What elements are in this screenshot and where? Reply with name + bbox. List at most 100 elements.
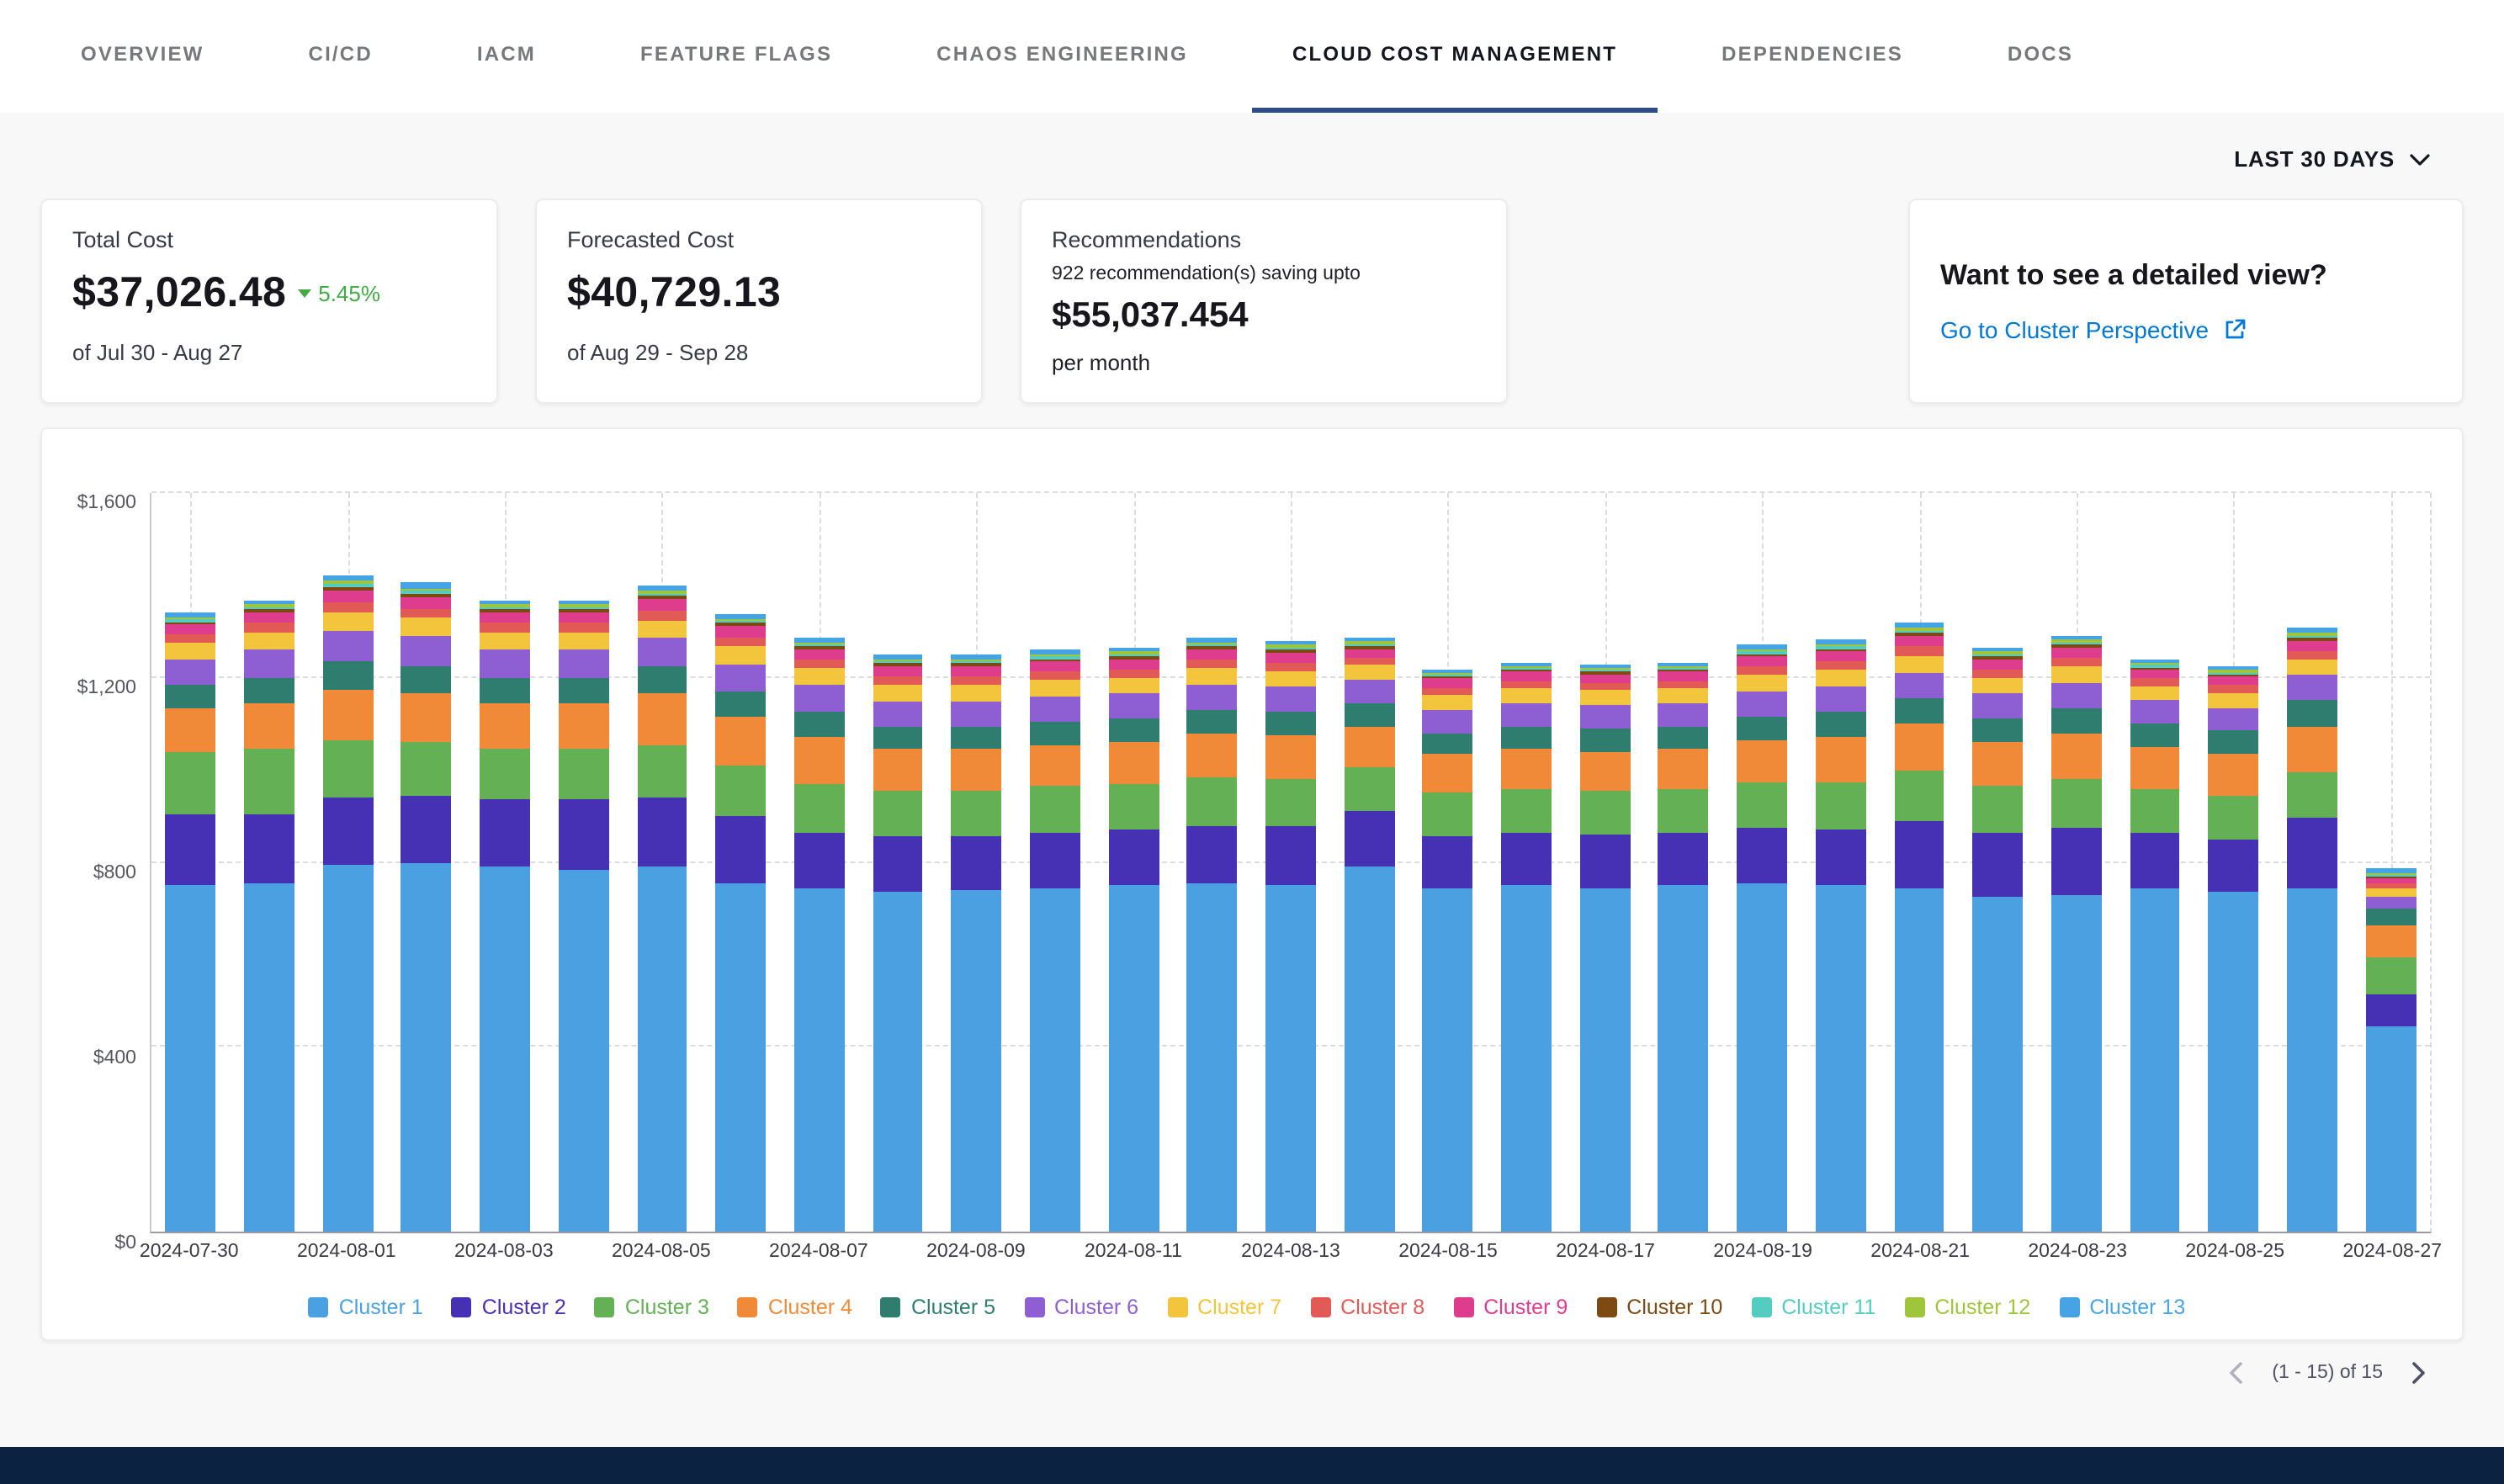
legend-label: Cluster 3 [625,1296,709,1319]
bar-2024-08-06[interactable] [702,493,780,1232]
bar-2024-08-14[interactable] [1330,493,1408,1232]
legend-item-cluster-12[interactable]: Cluster 12 [1904,1296,2030,1319]
bar-segment [1816,738,1866,782]
bar-segment [323,865,374,1232]
bar-2024-08-22[interactable] [1959,493,2037,1232]
bar-segment [401,636,452,666]
tab-dependencies[interactable]: DEPENDENCIES [1722,0,1903,113]
bar-segment [1108,694,1159,719]
bar-segment [715,883,766,1232]
cards-spacer [1545,199,1871,404]
tab-cicd[interactable]: CI/CD [309,0,373,113]
bar-2024-08-07[interactable] [780,493,858,1232]
bar-2024-08-04[interactable] [544,493,623,1232]
bar-2024-08-17[interactable] [1566,493,1644,1232]
legend-item-cluster-3[interactable]: Cluster 3 [595,1296,709,1319]
bar-2024-08-05[interactable] [623,493,701,1232]
bar-segment [1187,710,1238,733]
bar-2024-08-21[interactable] [1880,493,1958,1232]
bar-segment [244,633,294,650]
legend-item-cluster-5[interactable]: Cluster 5 [881,1296,995,1319]
bar-segment [2287,726,2337,772]
bar-2024-08-03[interactable] [466,493,544,1232]
tab-cloud-cost-management[interactable]: CLOUD COST MANAGEMENT [1252,0,1658,113]
bar-2024-08-24[interactable] [2115,493,2194,1232]
bar-2024-08-26[interactable] [2273,493,2351,1232]
bar-2024-08-15[interactable] [1408,493,1487,1232]
bar-2024-08-13[interactable] [1251,493,1329,1232]
bar-segment [480,650,530,678]
tab-docs[interactable]: DOCS [2008,0,2073,113]
bar-segment [2209,754,2259,795]
bar-2024-08-10[interactable] [1016,493,1094,1232]
bar-segment [1894,655,1944,673]
bar-2024-08-08[interactable] [858,493,936,1232]
bar-segment [244,883,294,1232]
legend-item-cluster-4[interactable]: Cluster 4 [738,1296,852,1319]
bar-segment [794,668,845,685]
bar-segment [637,867,687,1232]
bar-segment [1108,885,1159,1232]
x-axis-label: 2024-08-19 [1713,1242,1812,1262]
tab-iacm[interactable]: IACM [477,0,536,113]
x-axis-label: 2024-08-21 [1870,1242,1970,1262]
bar-2024-08-20[interactable] [1801,493,1880,1232]
legend-item-cluster-6[interactable]: Cluster 6 [1024,1296,1138,1319]
legend-item-cluster-13[interactable]: Cluster 13 [2059,1296,2185,1319]
bar-segment [1108,719,1159,742]
legend-item-cluster-1[interactable]: Cluster 1 [309,1296,423,1319]
footer-bar [0,1447,2504,1484]
legend-item-cluster-10[interactable]: Cluster 10 [1596,1296,1722,1319]
bar-2024-08-19[interactable] [1723,493,1801,1232]
bar-segment [2130,832,2180,888]
bar-segment [166,885,216,1232]
bar-segment [480,703,530,750]
bar-segment [1108,784,1159,830]
bar-segment [1580,791,1631,835]
bar-segment [480,633,530,650]
bar-segment [401,795,452,862]
legend-item-cluster-7[interactable]: Cluster 7 [1167,1296,1281,1319]
bar-2024-08-16[interactable] [1487,493,1565,1232]
bar-segment [1344,726,1394,767]
legend-swatch [1167,1297,1187,1317]
bar-segment [1658,788,1709,832]
bar-2024-07-31[interactable] [230,493,308,1232]
bar-2024-08-18[interactable] [1644,493,1722,1232]
time-range-dropdown[interactable]: LAST 30 DAYS [2234,146,2430,172]
legend-item-cluster-2[interactable]: Cluster 2 [452,1296,566,1319]
legend-item-cluster-8[interactable]: Cluster 8 [1310,1296,1424,1319]
time-range-label: LAST 30 DAYS [2234,146,2395,172]
y-axis-label: $0 [114,1233,136,1253]
bar-segment [1972,742,2023,786]
recommendations-amount: $55,037.454 [1052,296,1476,337]
bar-2024-08-27[interactable] [2352,493,2430,1232]
bar-2024-08-12[interactable] [1173,493,1251,1232]
bar-2024-08-11[interactable] [1095,493,1173,1232]
bar-2024-08-01[interactable] [309,493,387,1232]
chevron-left-icon[interactable] [2221,1358,2250,1388]
bar-2024-08-09[interactable] [937,493,1016,1232]
legend-item-cluster-11[interactable]: Cluster 11 [1751,1296,1875,1319]
cluster-perspective-link[interactable]: Go to Cluster Perspective [1940,316,2432,343]
bar-2024-08-25[interactable] [2194,493,2273,1232]
bar-segment [480,678,530,703]
bar-segment [1658,688,1709,703]
bar-segment [244,623,294,633]
tab-feature-flags[interactable]: FEATURE FLAGS [640,0,832,113]
bar-segment [1030,680,1080,696]
bar-segment [1737,657,1787,667]
chevron-right-icon[interactable] [2405,1358,2433,1388]
tab-chaos-engineering[interactable]: CHAOS ENGINEERING [936,0,1188,113]
bar-2024-08-02[interactable] [387,493,465,1232]
bar-2024-07-30[interactable] [151,493,230,1232]
bar-segment [2051,894,2102,1232]
bar-segment [794,738,845,784]
tab-overview[interactable]: OVERVIEW [81,0,204,113]
bar-segment [1894,673,1944,698]
legend-item-cluster-9[interactable]: Cluster 9 [1453,1296,1568,1319]
bar-segment [559,800,609,869]
y-axis-label: $1,200 [77,678,136,698]
bar-2024-08-23[interactable] [2037,493,2115,1232]
bar-segment [1658,726,1709,749]
